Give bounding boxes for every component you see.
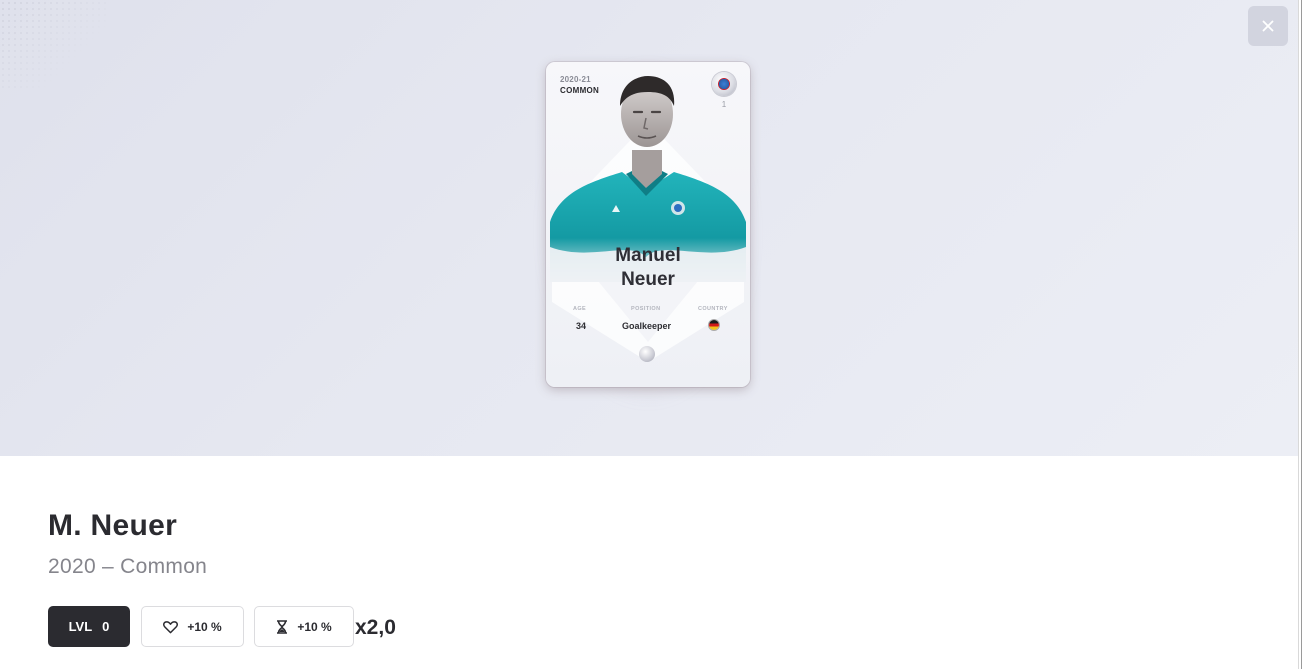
- card-player-name: Manuel Neuer: [546, 244, 750, 292]
- dot-pattern: [0, 0, 110, 90]
- scrollbar-track[interactable]: [1298, 0, 1305, 669]
- close-button[interactable]: [1248, 6, 1288, 46]
- level-value: 0: [102, 619, 110, 634]
- level-label: LVL: [68, 619, 93, 634]
- stat-country-label: COUNTRY: [698, 306, 728, 312]
- close-icon: [1262, 20, 1274, 32]
- card-rarity-icon: [639, 346, 655, 362]
- card-first-name: Manuel: [615, 245, 681, 266]
- card-stats: AGE 34 POSITION Goalkeeper COUNTRY: [560, 306, 738, 336]
- likes-bonus-badge[interactable]: +10 %: [141, 606, 244, 647]
- stat-age-value: 34: [576, 321, 587, 331]
- germany-flag-icon: [709, 320, 719, 330]
- card-detail-page: 2020-21 COMMON 1 Manuel Neuer AGE 34 POS…: [0, 0, 1305, 669]
- card-showcase: 2020-21 COMMON 1 Manuel Neuer AGE 34 POS…: [0, 0, 1298, 456]
- player-title: M. Neuer: [48, 509, 178, 542]
- stat-position-value: Goalkeeper: [622, 321, 672, 331]
- heart-icon: [163, 620, 179, 633]
- player-card[interactable]: 2020-21 COMMON 1 Manuel Neuer AGE 34 POS…: [546, 62, 750, 387]
- stat-age-label: AGE: [573, 306, 587, 312]
- player-subtitle: 2020 – Common: [48, 555, 208, 578]
- score-multiplier: x2,0: [355, 616, 396, 639]
- level-badge[interactable]: LVL 0: [48, 606, 130, 647]
- card-last-name: Neuer: [621, 269, 675, 290]
- hourglass-icon: [277, 619, 288, 634]
- time-bonus-value: +10 %: [297, 619, 332, 634]
- stat-position-label: POSITION: [631, 306, 661, 312]
- time-bonus-badge[interactable]: +10 %: [254, 606, 354, 647]
- likes-bonus-value: +10 %: [187, 619, 222, 634]
